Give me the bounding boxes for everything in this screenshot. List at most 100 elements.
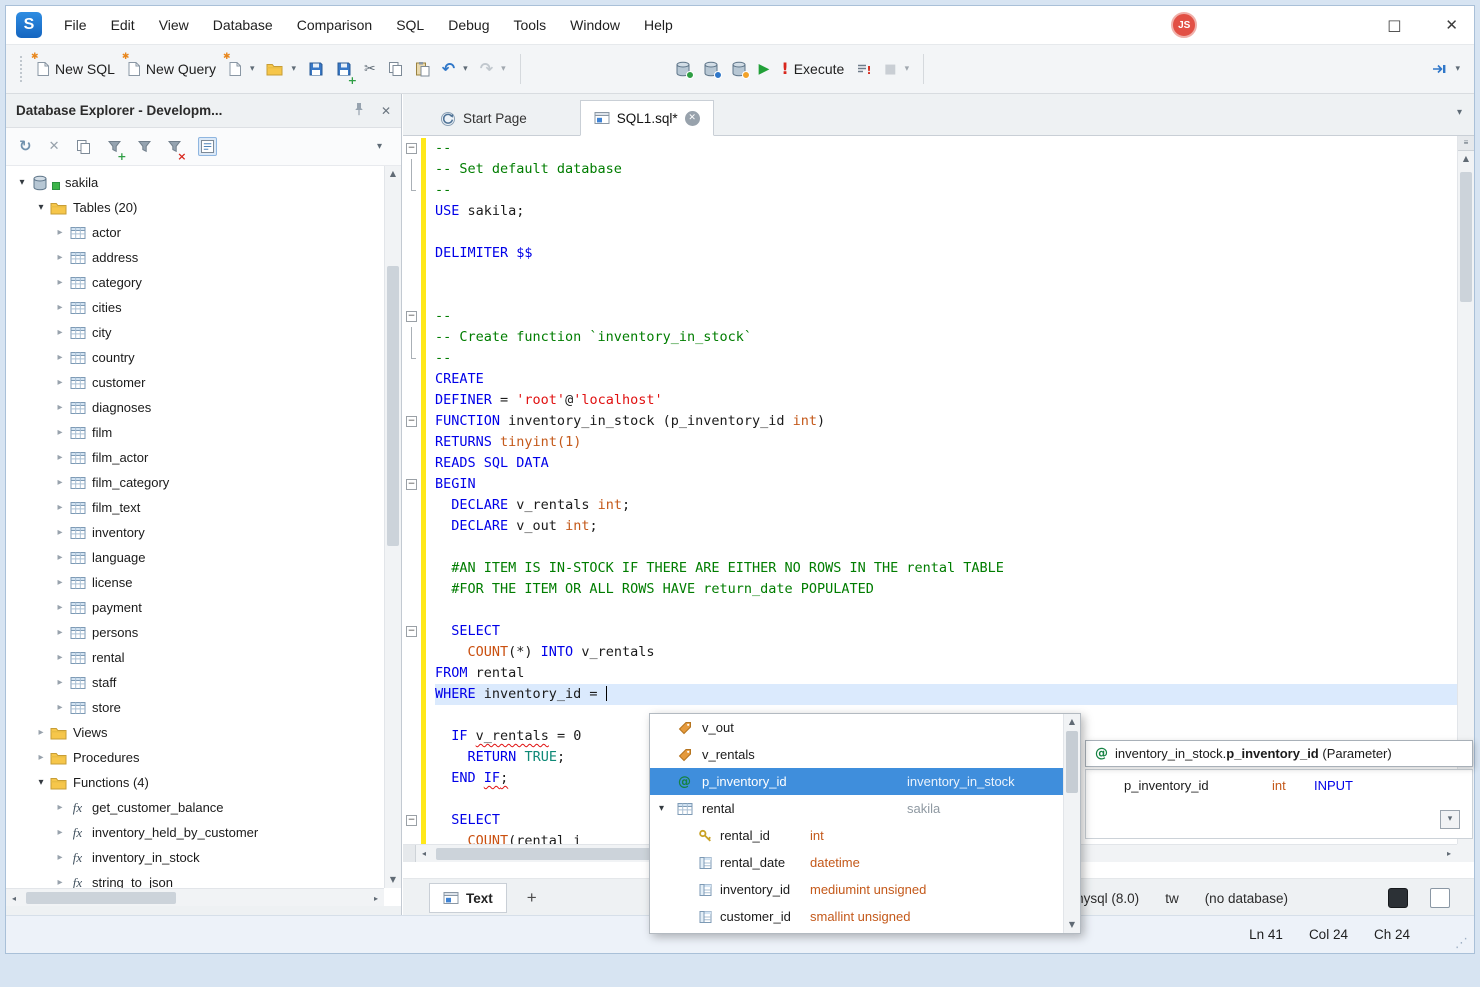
redo-button[interactable]: ↷▾ — [474, 57, 512, 81]
code-line[interactable] — [403, 600, 1457, 621]
chevron-collapsed-icon[interactable]: ▸ — [52, 877, 68, 888]
chevron-collapsed-icon[interactable]: ▸ — [52, 802, 68, 813]
add-view-button[interactable]: + — [527, 888, 537, 908]
scroll-up-icon[interactable]: ▲ — [385, 166, 401, 182]
explorer-vertical-scrollbar[interactable]: ▲ ▼ — [384, 166, 401, 888]
scroll-down-icon[interactable]: ▼ — [385, 872, 401, 888]
chevron-collapsed-icon[interactable]: ▸ — [52, 702, 68, 713]
menu-database[interactable]: Database — [201, 6, 285, 44]
menu-debug[interactable]: Debug — [436, 6, 501, 44]
parameter-dropdown-icon[interactable]: ▾ — [1440, 810, 1460, 829]
tree-item-license[interactable]: ▸license — [6, 570, 384, 595]
chevron-collapsed-icon[interactable]: ▸ — [52, 577, 68, 588]
code-line[interactable]: − SELECT — [403, 621, 1457, 642]
completion-item-p-inventory-id[interactable]: @p_inventory_idinventory_in_stock — [650, 768, 1063, 795]
dropdown-button[interactable]: ▾ — [377, 142, 382, 152]
user-badge[interactable]: JS — [1171, 12, 1197, 38]
code-line[interactable]: -- — [403, 348, 1457, 369]
scroll-right-icon[interactable]: ▸ — [368, 890, 384, 906]
save-button[interactable] — [302, 57, 330, 81]
code-line[interactable]: -- Create function `inventory_in_stock` — [403, 327, 1457, 348]
chevron-collapsed-icon[interactable]: ▸ — [52, 452, 68, 463]
tree-item-address[interactable]: ▸address — [6, 245, 384, 270]
tree-item-film[interactable]: ▸film — [6, 420, 384, 445]
completion-item-v-out[interactable]: v_out — [650, 714, 1063, 741]
stop-button[interactable]: ■▾ — [878, 59, 915, 80]
chevron-collapsed-icon[interactable]: ▸ — [52, 227, 68, 238]
step-button[interactable]: ▾ — [1425, 58, 1466, 80]
duplicate-button[interactable] — [76, 139, 91, 155]
chevron-collapsed-icon[interactable]: ▸ — [52, 477, 68, 488]
dropdown-arrow-icon[interactable]: ▾ — [501, 64, 506, 74]
chevron-collapsed-icon[interactable]: ▸ — [52, 652, 68, 663]
explorer-horizontal-scrollbar[interactable]: ◂ ▸ — [6, 888, 384, 906]
menu-sql[interactable]: SQL — [384, 6, 436, 44]
scroll-right-icon[interactable]: ▸ — [1441, 846, 1457, 862]
scrollbar-thumb[interactable] — [1066, 731, 1078, 793]
layout-toggle-dark-button[interactable] — [1388, 888, 1408, 908]
chevron-expanded-icon[interactable]: ▾ — [659, 795, 664, 822]
clipboard-button[interactable] — [198, 137, 217, 156]
copy-button[interactable] — [382, 57, 409, 81]
tree-item-procedures[interactable]: ▸Procedures — [6, 745, 384, 770]
completion-item-v-rentals[interactable]: v_rentals — [650, 741, 1063, 768]
run-button[interactable]: ▶ — [753, 58, 776, 80]
code-line[interactable]: −FUNCTION inventory_in_stock (p_inventor… — [403, 411, 1457, 432]
chevron-expanded-icon[interactable]: ▾ — [33, 777, 49, 788]
new-document-button[interactable]: ✱▾ — [222, 57, 261, 81]
tree-item-city[interactable]: ▸city — [6, 320, 384, 345]
chevron-collapsed-icon[interactable]: ▸ — [52, 327, 68, 338]
tree-item-inventory-in-stock[interactable]: ▸fxinventory_in_stock — [6, 845, 384, 870]
tab-list-dropdown-icon[interactable]: ▾ — [1457, 108, 1462, 118]
code-line[interactable]: CREATE — [403, 369, 1457, 390]
tree-item-payment[interactable]: ▸payment — [6, 595, 384, 620]
menu-help[interactable]: Help — [632, 6, 685, 44]
tree-item-staff[interactable]: ▸staff — [6, 670, 384, 695]
code-line[interactable]: −-- — [403, 138, 1457, 159]
code-line[interactable]: RETURNS tinyint(1) — [403, 432, 1457, 453]
code-line[interactable]: −BEGIN — [403, 474, 1457, 495]
chevron-collapsed-icon[interactable]: ▸ — [52, 352, 68, 363]
tree-item-tables-20[interactable]: ▾Tables (20) — [6, 195, 384, 220]
code-line[interactable]: WHERE inventory_id = — [403, 684, 1457, 705]
tree-item-category[interactable]: ▸category — [6, 270, 384, 295]
chevron-collapsed-icon[interactable]: ▸ — [52, 377, 68, 388]
scroll-up-icon[interactable]: ▲ — [1064, 714, 1080, 730]
delete-button[interactable]: ✕ — [49, 140, 60, 153]
database-check-button[interactable] — [725, 57, 753, 81]
menu-tools[interactable]: Tools — [501, 6, 558, 44]
scrollbar-thumb[interactable] — [1460, 172, 1472, 302]
tree-item-persons[interactable]: ▸persons — [6, 620, 384, 645]
tree-item-diagnoses[interactable]: ▸diagnoses — [6, 395, 384, 420]
chevron-collapsed-icon[interactable]: ▸ — [52, 252, 68, 263]
execute-script-button[interactable]: ! — [850, 58, 878, 81]
completion-item-customer-id[interactable]: customer_idsmallint unsigned — [650, 903, 1063, 930]
chevron-collapsed-icon[interactable]: ▸ — [52, 627, 68, 638]
tab-start-page[interactable]: Start Page — [427, 102, 540, 135]
code-line[interactable]: DECLARE v_rentals int; — [403, 495, 1457, 516]
code-line[interactable] — [403, 285, 1457, 306]
fold-marker-icon[interactable]: − — [406, 143, 417, 154]
menu-edit[interactable]: Edit — [99, 6, 147, 44]
close-tab-icon[interactable]: ✕ — [685, 111, 700, 126]
dropdown-arrow-icon[interactable]: ▾ — [905, 64, 910, 74]
tab-sql1-sql[interactable]: SQL1.sql*✕ — [580, 100, 714, 136]
tree-item-get-customer-balance[interactable]: ▸fxget_customer_balance — [6, 795, 384, 820]
code-line[interactable] — [403, 222, 1457, 243]
dropdown-arrow-icon[interactable]: ▾ — [250, 64, 255, 74]
dropdown-arrow-icon[interactable]: ▾ — [463, 64, 468, 74]
tree-item-string-to-json[interactable]: ▸fxstring_to_json — [6, 870, 384, 888]
close-panel-icon[interactable]: ✕ — [381, 104, 391, 118]
scrollbar-thumb[interactable] — [26, 892, 176, 904]
chevron-collapsed-icon[interactable]: ▸ — [52, 527, 68, 538]
chevron-collapsed-icon[interactable]: ▸ — [52, 552, 68, 563]
completion-item-rental-date[interactable]: rental_datedatetime — [650, 849, 1063, 876]
dropdown-arrow-icon[interactable]: ▾ — [291, 64, 296, 74]
code-line[interactable]: FROM rental — [403, 663, 1457, 684]
chevron-expanded-icon[interactable]: ▾ — [33, 202, 49, 213]
database-connection-button[interactable] — [669, 57, 697, 81]
editor-vertical-scrollbar[interactable]: ≡ ▲ ▼ — [1457, 136, 1474, 844]
code-line[interactable]: -- — [403, 180, 1457, 201]
chevron-collapsed-icon[interactable]: ▸ — [52, 427, 68, 438]
filter-remove-button[interactable]: × — [168, 140, 181, 153]
